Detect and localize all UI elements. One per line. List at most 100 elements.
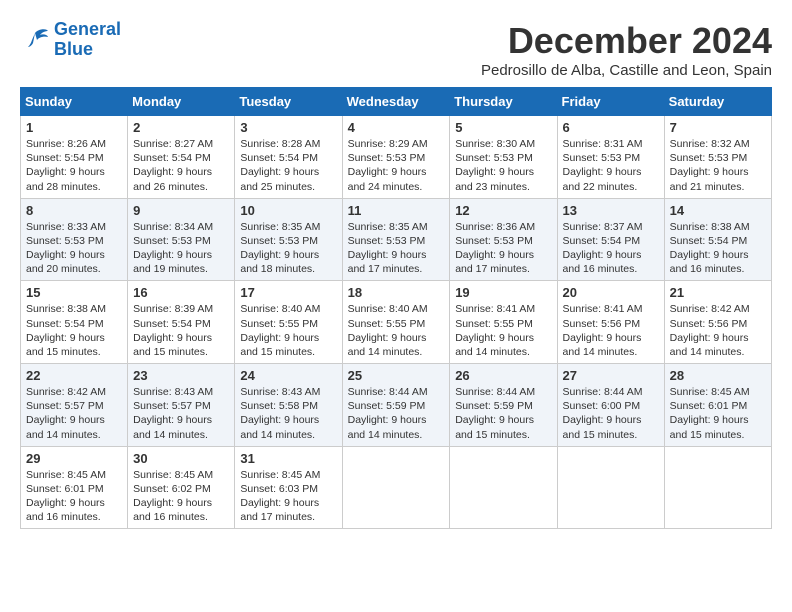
day-info: Sunrise: 8:45 AM Sunset: 6:01 PM Dayligh… [670, 385, 766, 442]
day-info: Sunrise: 8:28 AM Sunset: 5:54 PM Dayligh… [240, 137, 336, 194]
calendar-week-2: 8Sunrise: 8:33 AM Sunset: 5:53 PM Daylig… [21, 198, 772, 281]
calendar-cell: 26 Sunrise: 8:44 AM Sunset: 5:59 PM Dayli… [450, 364, 557, 447]
calendar-cell: 21 Sunrise: 8:42 AM Sunset: 5:56 PM Dayli… [664, 281, 771, 364]
calendar-cell: 17Sunrise: 8:40 AM Sunset: 5:55 PM Dayli… [235, 281, 342, 364]
weekday-thursday: Thursday [450, 88, 557, 116]
day-info: Sunrise: 8:36 AM Sunset: 5:53 PM Dayligh… [455, 220, 551, 277]
calendar-cell: 7 Sunrise: 8:32 AM Sunset: 5:53 PM Daylig… [664, 116, 771, 199]
calendar-cell: 3 Sunrise: 8:28 AM Sunset: 5:54 PM Daylig… [235, 116, 342, 199]
calendar-cell: 23 Sunrise: 8:43 AM Sunset: 5:57 PM Dayli… [128, 364, 235, 447]
calendar-cell: 4 Sunrise: 8:29 AM Sunset: 5:53 PM Daylig… [342, 116, 450, 199]
title-block: December 2024 Pedrosillo de Alba, Castil… [481, 20, 772, 79]
calendar-cell: 6 Sunrise: 8:31 AM Sunset: 5:53 PM Daylig… [557, 116, 664, 199]
day-info: Sunrise: 8:35 AM Sunset: 5:53 PM Dayligh… [348, 220, 445, 277]
day-number: 27 [563, 368, 659, 383]
day-info: Sunrise: 8:33 AM Sunset: 5:53 PM Dayligh… [26, 220, 122, 277]
day-info: Sunrise: 8:38 AM Sunset: 5:54 PM Dayligh… [670, 220, 766, 277]
calendar-cell: 15 Sunrise: 8:38 AM Sunset: 5:54 PM Dayli… [21, 281, 128, 364]
day-number: 2 [133, 120, 229, 135]
calendar-cell: 30 Sunrise: 8:45 AM Sunset: 6:02 PM Dayli… [128, 446, 235, 529]
day-info: Sunrise: 8:27 AM Sunset: 5:54 PM Dayligh… [133, 137, 229, 194]
day-number: 15 [26, 285, 122, 300]
calendar-cell: 24 Sunrise: 8:43 AM Sunset: 5:58 PM Dayli… [235, 364, 342, 447]
day-info: Sunrise: 8:41 AM Sunset: 5:55 PM Dayligh… [455, 302, 551, 359]
day-number: 30 [133, 451, 229, 466]
calendar-week-5: 29 Sunrise: 8:45 AM Sunset: 6:01 PM Dayli… [21, 446, 772, 529]
calendar-cell [557, 446, 664, 529]
day-info: Sunrise: 8:32 AM Sunset: 5:53 PM Dayligh… [670, 137, 766, 194]
day-number: 20 [563, 285, 659, 300]
day-number: 6 [563, 120, 659, 135]
day-info: Sunrise: 8:41 AM Sunset: 5:56 PM Dayligh… [563, 302, 659, 359]
day-info: Sunrise: 8:26 AM Sunset: 5:54 PM Dayligh… [26, 137, 122, 194]
day-number: 31 [240, 451, 336, 466]
day-number: 16 [133, 285, 229, 300]
day-number: 9 [133, 203, 229, 218]
calendar-cell: 28Sunrise: 8:45 AM Sunset: 6:01 PM Dayli… [664, 364, 771, 447]
weekday-header-row: SundayMondayTuesdayWednesdayThursdayFrid… [21, 88, 772, 116]
calendar-cell: 22 Sunrise: 8:42 AM Sunset: 5:57 PM Dayli… [21, 364, 128, 447]
calendar-cell: 25 Sunrise: 8:44 AM Sunset: 5:59 PM Dayli… [342, 364, 450, 447]
day-number: 26 [455, 368, 551, 383]
calendar-table: SundayMondayTuesdayWednesdayThursdayFrid… [20, 87, 772, 529]
weekday-saturday: Saturday [664, 88, 771, 116]
day-number: 5 [455, 120, 551, 135]
calendar-cell: 8Sunrise: 8:33 AM Sunset: 5:53 PM Daylig… [21, 198, 128, 281]
calendar-cell: 2 Sunrise: 8:27 AM Sunset: 5:54 PM Daylig… [128, 116, 235, 199]
day-number: 7 [670, 120, 766, 135]
calendar-cell: 20 Sunrise: 8:41 AM Sunset: 5:56 PM Dayli… [557, 281, 664, 364]
day-info: Sunrise: 8:39 AM Sunset: 5:54 PM Dayligh… [133, 302, 229, 359]
day-number: 21 [670, 285, 766, 300]
day-info: Sunrise: 8:43 AM Sunset: 5:57 PM Dayligh… [133, 385, 229, 442]
location: Pedrosillo de Alba, Castille and Leon, S… [481, 62, 772, 79]
calendar-cell: 1 Sunrise: 8:26 AM Sunset: 5:54 PM Daylig… [21, 116, 128, 199]
calendar-cell: 29 Sunrise: 8:45 AM Sunset: 6:01 PM Dayli… [21, 446, 128, 529]
month-title: December 2024 [481, 20, 772, 62]
day-info: Sunrise: 8:42 AM Sunset: 5:57 PM Dayligh… [26, 385, 122, 442]
day-number: 23 [133, 368, 229, 383]
weekday-monday: Monday [128, 88, 235, 116]
day-info: Sunrise: 8:38 AM Sunset: 5:54 PM Dayligh… [26, 302, 122, 359]
day-number: 29 [26, 451, 122, 466]
day-info: Sunrise: 8:42 AM Sunset: 5:56 PM Dayligh… [670, 302, 766, 359]
day-info: Sunrise: 8:34 AM Sunset: 5:53 PM Dayligh… [133, 220, 229, 277]
day-number: 18 [348, 285, 445, 300]
day-number: 3 [240, 120, 336, 135]
calendar-cell: 10Sunrise: 8:35 AM Sunset: 5:53 PM Dayli… [235, 198, 342, 281]
day-info: Sunrise: 8:29 AM Sunset: 5:53 PM Dayligh… [348, 137, 445, 194]
calendar-cell: 27Sunrise: 8:44 AM Sunset: 6:00 PM Dayli… [557, 364, 664, 447]
day-number: 25 [348, 368, 445, 383]
day-number: 22 [26, 368, 122, 383]
logo: General Blue [20, 20, 121, 60]
day-info: Sunrise: 8:40 AM Sunset: 5:55 PM Dayligh… [240, 302, 336, 359]
calendar-week-4: 22 Sunrise: 8:42 AM Sunset: 5:57 PM Dayli… [21, 364, 772, 447]
weekday-tuesday: Tuesday [235, 88, 342, 116]
day-number: 1 [26, 120, 122, 135]
day-info: Sunrise: 8:31 AM Sunset: 5:53 PM Dayligh… [563, 137, 659, 194]
calendar-cell: 12Sunrise: 8:36 AM Sunset: 5:53 PM Dayli… [450, 198, 557, 281]
day-number: 4 [348, 120, 445, 135]
day-info: Sunrise: 8:44 AM Sunset: 5:59 PM Dayligh… [455, 385, 551, 442]
calendar-week-3: 15 Sunrise: 8:38 AM Sunset: 5:54 PM Dayli… [21, 281, 772, 364]
calendar-cell [664, 446, 771, 529]
day-number: 19 [455, 285, 551, 300]
weekday-wednesday: Wednesday [342, 88, 450, 116]
calendar-cell: 31Sunrise: 8:45 AM Sunset: 6:03 PM Dayli… [235, 446, 342, 529]
calendar-cell: 18 Sunrise: 8:40 AM Sunset: 5:55 PM Dayli… [342, 281, 450, 364]
weekday-friday: Friday [557, 88, 664, 116]
day-info: Sunrise: 8:45 AM Sunset: 6:02 PM Dayligh… [133, 468, 229, 525]
day-info: Sunrise: 8:44 AM Sunset: 5:59 PM Dayligh… [348, 385, 445, 442]
day-info: Sunrise: 8:43 AM Sunset: 5:58 PM Dayligh… [240, 385, 336, 442]
calendar-cell: 13Sunrise: 8:37 AM Sunset: 5:54 PM Dayli… [557, 198, 664, 281]
calendar-cell [450, 446, 557, 529]
day-number: 24 [240, 368, 336, 383]
logo-icon [20, 25, 50, 55]
day-number: 10 [240, 203, 336, 218]
calendar-cell [342, 446, 450, 529]
day-number: 11 [348, 203, 445, 218]
day-info: Sunrise: 8:37 AM Sunset: 5:54 PM Dayligh… [563, 220, 659, 277]
day-info: Sunrise: 8:45 AM Sunset: 6:01 PM Dayligh… [26, 468, 122, 525]
day-number: 14 [670, 203, 766, 218]
calendar-cell: 19 Sunrise: 8:41 AM Sunset: 5:55 PM Dayli… [450, 281, 557, 364]
day-info: Sunrise: 8:40 AM Sunset: 5:55 PM Dayligh… [348, 302, 445, 359]
